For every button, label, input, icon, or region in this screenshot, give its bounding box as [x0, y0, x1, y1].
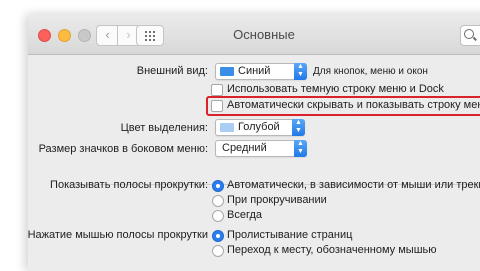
scrollbars-scrolling-radio[interactable]	[212, 195, 224, 207]
autohide-label: Автоматически скрывать и показывать стро…	[227, 99, 480, 111]
appearance-value: Синий	[238, 65, 271, 77]
click-scroll-spot-label: Переход к месту, обозначенному мышью	[227, 244, 437, 256]
sidebar-size-label: Размер значков в боковом меню:	[38, 143, 208, 155]
scrollbars-auto-label: Автоматически, в зависимости от мыши или…	[227, 179, 480, 191]
dark-menu-label: Использовать темную строку меню и Dock	[227, 83, 444, 95]
scrollbars-always-label: Всегда	[227, 209, 263, 221]
preferences-window: ‹ › Основные Внешний вид: Синий ▲ ▼ Для к…	[28, 14, 480, 271]
highlight-color-value: Голубой	[238, 121, 280, 133]
appearance-swatch	[220, 67, 234, 76]
scrollbars-auto-radio[interactable]	[212, 180, 224, 192]
autohide-checkbox[interactable]	[211, 100, 223, 112]
highlight-color-popup[interactable]: Голубой ▲ ▼	[215, 119, 305, 136]
title-bar: ‹ › Основные	[28, 14, 480, 55]
window-title: Основные	[233, 27, 295, 42]
appearance-label: Внешний вид:	[136, 65, 208, 77]
click-scroll-label: Нажатие мышью полосы прокрутки	[28, 229, 208, 241]
click-scroll-page-label: Пролистывание страниц	[227, 229, 353, 241]
scrollbars-scrolling-label: При прокручивании	[227, 194, 327, 206]
scrollbars-always-radio[interactable]	[212, 210, 224, 222]
search-icon	[464, 29, 474, 39]
highlight-color-swatch	[220, 123, 234, 132]
appearance-popup[interactable]: Синий ▲ ▼	[215, 63, 307, 80]
popup-arrows-icon: ▲ ▼	[294, 140, 307, 157]
click-scroll-page-radio[interactable]	[212, 230, 224, 242]
dark-menu-checkbox[interactable]	[211, 84, 223, 96]
popup-arrows-icon: ▲ ▼	[292, 119, 305, 136]
highlight-color-label: Цвет выделения:	[120, 122, 208, 134]
sidebar-size-value: Средний	[222, 142, 267, 154]
popup-arrows-icon: ▲ ▼	[294, 63, 307, 80]
search-field[interactable]	[460, 25, 480, 46]
click-scroll-spot-radio[interactable]	[212, 245, 224, 257]
sidebar-size-popup[interactable]: Средний ▲ ▼	[215, 140, 307, 157]
appearance-hint: Для кнопок, меню и окон	[313, 66, 428, 77]
scrollbars-label: Показывать полосы прокрутки:	[50, 179, 208, 191]
